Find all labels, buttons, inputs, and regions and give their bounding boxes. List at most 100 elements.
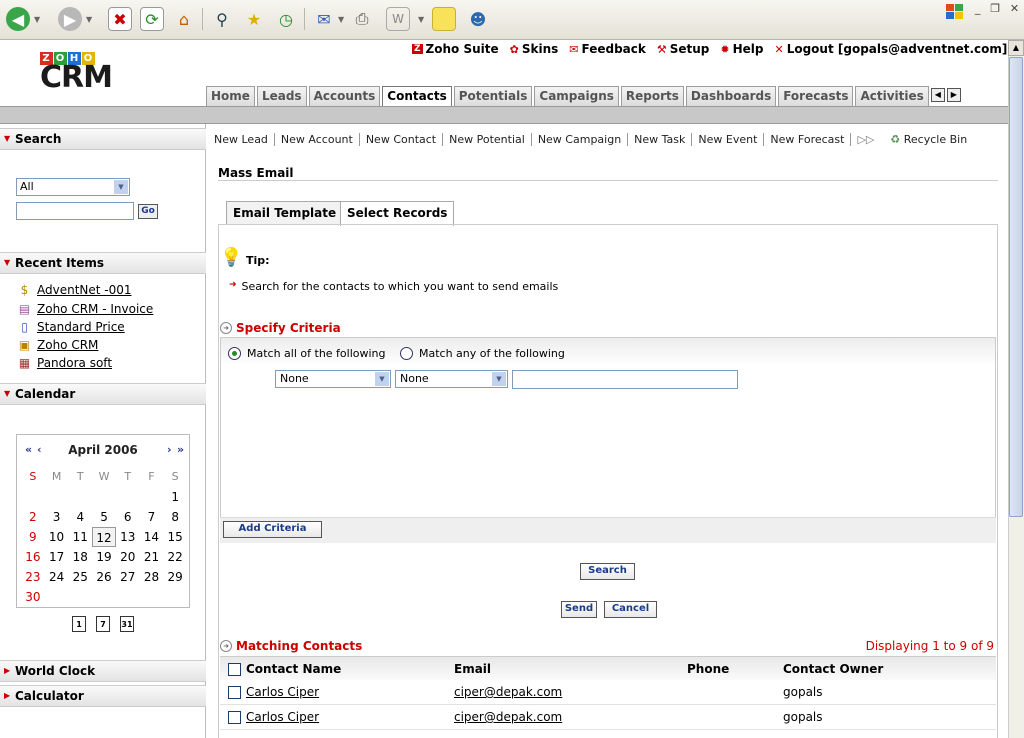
recent-item[interactable]: ▣ Zoho CRM — [17, 338, 99, 352]
calendar-day[interactable]: 6 — [116, 507, 140, 527]
calendar-day[interactable]: 1 — [163, 487, 187, 507]
col-phone[interactable]: Phone — [687, 662, 729, 676]
calendar-day[interactable]: 21 — [140, 547, 164, 567]
row-checkbox[interactable] — [228, 686, 241, 699]
cancel-button[interactable]: Cancel — [604, 601, 657, 618]
calendar-day[interactable]: 20 — [116, 547, 140, 567]
tab-potentials[interactable]: Potentials — [453, 86, 533, 106]
contact-name-link[interactable]: Carlos Ciper — [246, 710, 319, 724]
tab-scroll-left-icon[interactable]: ◀ — [930, 88, 945, 102]
scrollbar-thumb[interactable] — [1009, 57, 1023, 517]
refresh-icon[interactable]: ⟳ — [140, 7, 164, 31]
logout-link[interactable]: ✕ Logout [gopals@adventnet.com] — [774, 42, 1007, 56]
calendar-day[interactable]: 23 — [21, 567, 45, 587]
calendar-day[interactable]: 14 — [140, 527, 164, 547]
match-any-radio[interactable]: Match any of the following — [400, 347, 565, 360]
calendar-day[interactable]: 22 — [163, 547, 187, 567]
tab-accounts[interactable]: Accounts — [308, 86, 381, 106]
search-icon[interactable]: ⚲ — [210, 7, 234, 31]
calendar-day[interactable]: 10 — [45, 527, 69, 547]
discuss-icon[interactable] — [432, 7, 456, 31]
calendar-day[interactable]: 13 — [116, 527, 140, 547]
select-all-checkbox[interactable] — [228, 663, 241, 676]
calendar-day[interactable]: 8 — [163, 507, 187, 527]
setup-link[interactable]: ⚒ Setup — [657, 42, 710, 56]
calendar-day[interactable]: 28 — [140, 567, 164, 587]
calendar-day[interactable]: 30 — [21, 587, 45, 607]
chevron-down-icon[interactable]: ▼ — [86, 15, 92, 24]
week-view-icon[interactable]: 7 — [96, 616, 110, 632]
new-account-link[interactable]: New Account — [275, 133, 360, 146]
restore-icon[interactable]: ❐ — [990, 2, 1000, 18]
calendar-header[interactable]: ▼ Calendar — [0, 383, 206, 405]
go-button[interactable]: Go — [138, 204, 158, 219]
search-module-select[interactable]: All ▼ — [16, 178, 130, 196]
stop-icon[interactable]: ✖ — [108, 7, 132, 31]
forward-icon[interactable]: ▶ — [58, 7, 82, 31]
chevron-down-icon[interactable]: ▼ — [338, 15, 344, 24]
criteria-value-input[interactable] — [512, 370, 738, 389]
print-icon[interactable]: ⎙ — [350, 7, 374, 31]
recent-item[interactable]: ▤ Zoho CRM - Invoice — [17, 302, 153, 316]
mail-icon[interactable]: ✉ — [312, 7, 336, 31]
calendar-day[interactable]: 15 — [163, 527, 187, 547]
edit-icon[interactable]: W — [386, 7, 410, 31]
calendar-day[interactable]: 11 — [68, 527, 92, 547]
contact-email-link[interactable]: ciper@depak.com — [454, 710, 562, 724]
new-forecast-link[interactable]: New Forecast — [764, 133, 852, 146]
calendar-day[interactable]: 25 — [68, 567, 92, 587]
calendar-day[interactable]: 27 — [116, 567, 140, 587]
contact-name-link[interactable]: Carlos Ciper — [246, 685, 319, 699]
operator-select[interactable]: None ▼ — [395, 370, 508, 388]
calendar-day[interactable]: 29 — [163, 567, 187, 587]
tab-dashboards[interactable]: Dashboards — [685, 86, 777, 106]
recent-item[interactable]: ▯ Standard Price — [17, 320, 125, 334]
next-month-icon[interactable]: › — [167, 443, 172, 456]
calendar-day[interactable]: 19 — [92, 547, 116, 567]
tab-campaigns[interactable]: Campaigns — [534, 86, 619, 106]
col-contact-owner[interactable]: Contact Owner — [783, 662, 883, 676]
help-link[interactable]: ✹ Help — [720, 42, 763, 56]
send-button[interactable]: Send — [561, 601, 597, 618]
home-icon[interactable]: ⌂ — [172, 7, 196, 31]
favorites-icon[interactable]: ★ — [242, 7, 266, 31]
col-email[interactable]: Email — [454, 662, 491, 676]
calculator-header[interactable]: ▶ Calculator — [0, 685, 206, 707]
minimize-icon[interactable]: _ — [975, 2, 981, 18]
close-icon[interactable]: ✕ — [1010, 2, 1019, 18]
field-select[interactable]: None ▼ — [275, 370, 391, 388]
calendar-day[interactable]: 9 — [21, 527, 45, 547]
tab-forecasts[interactable]: Forecasts — [778, 86, 854, 106]
calendar-day[interactable]: 26 — [92, 567, 116, 587]
messenger-icon[interactable]: ☻ — [466, 7, 490, 31]
search-input[interactable] — [16, 202, 134, 220]
history-icon[interactable]: ◷ — [274, 7, 298, 31]
row-checkbox[interactable] — [228, 711, 241, 724]
new-event-link[interactable]: New Event — [692, 133, 765, 146]
calendar-day[interactable]: 4 — [68, 507, 92, 527]
calendar-day[interactable]: 16 — [21, 547, 45, 567]
feedback-link[interactable]: ✉ Feedback — [569, 42, 646, 56]
recent-items-header[interactable]: ▼ Recent Items — [0, 252, 206, 274]
new-potential-link[interactable]: New Potential — [443, 133, 532, 146]
new-contact-link[interactable]: New Contact — [360, 133, 444, 146]
recycle-bin-link[interactable]: ♻ Recycle Bin — [880, 133, 967, 146]
zoho-suite-link[interactable]: Z Zoho Suite — [412, 42, 499, 56]
recent-item[interactable]: $ AdventNet -001 — [17, 283, 132, 297]
tab-reports[interactable]: Reports — [620, 86, 684, 106]
calendar-day[interactable]: 5 — [92, 507, 116, 527]
tab-leads[interactable]: Leads — [256, 86, 307, 106]
new-task-link[interactable]: New Task — [628, 133, 693, 146]
new-campaign-link[interactable]: New Campaign — [532, 133, 629, 146]
tab-scroll-right-icon[interactable]: ▶ — [946, 88, 961, 102]
new-lead-link[interactable]: New Lead — [214, 133, 275, 146]
calendar-day[interactable]: 17 — [45, 547, 69, 567]
tab-home[interactable]: Home — [206, 86, 255, 106]
back-icon[interactable]: ◀ — [6, 7, 30, 31]
world-clock-header[interactable]: ▶ World Clock — [0, 660, 206, 682]
calendar-day[interactable]: 18 — [68, 547, 92, 567]
tab-contacts[interactable]: Contacts — [382, 86, 452, 107]
calendar-day[interactable]: 7 — [140, 507, 164, 527]
calendar-day[interactable]: 24 — [45, 567, 69, 587]
day-view-icon[interactable]: 1 — [72, 616, 86, 632]
